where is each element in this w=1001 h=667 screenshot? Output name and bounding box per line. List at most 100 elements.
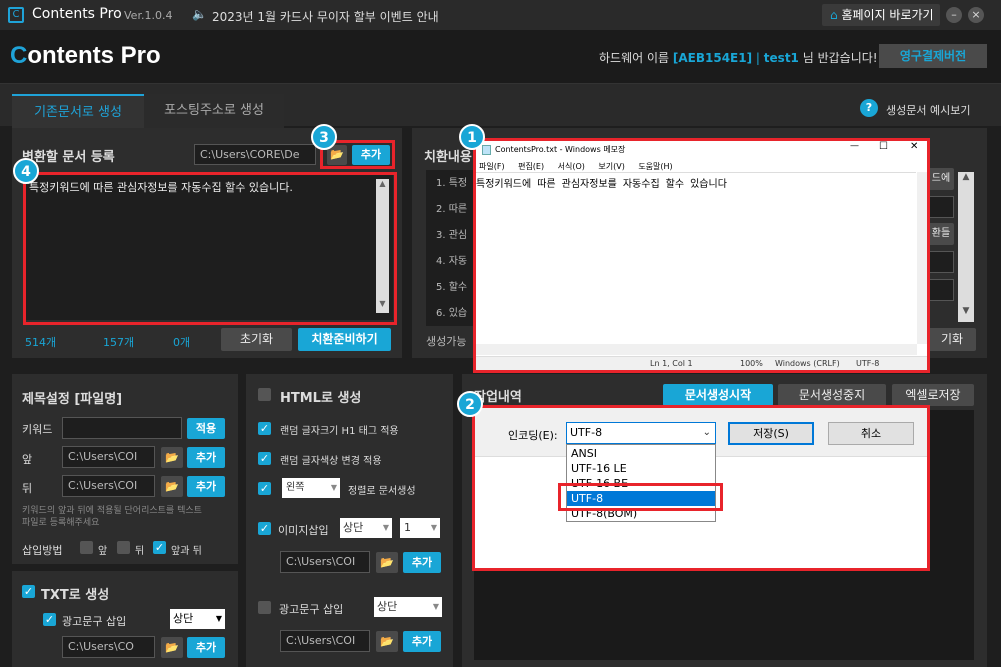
html-image-pos-select[interactable]: 상단 ▼ <box>340 518 392 538</box>
count-3: 0개 <box>173 336 191 349</box>
back-path-field[interactable]: C:\Users\COI <box>62 475 155 497</box>
insert-front-checkbox[interactable] <box>80 541 93 554</box>
replace-btn-1[interactable]: 드에 <box>928 168 954 190</box>
highlight-4 <box>23 172 397 325</box>
keyword-label: 키워드 <box>22 423 53 436</box>
chevron-down-icon: ▼ <box>382 523 389 532</box>
badge-2: 2 <box>457 391 483 417</box>
front-folder-button[interactable]: 📂 <box>161 447 183 468</box>
replace-field-1[interactable] <box>928 196 954 218</box>
html-ad-checkbox[interactable] <box>258 601 271 614</box>
replace-title: 치환내용 <box>424 150 472 165</box>
insert-front-label: 앞 <box>98 546 108 557</box>
notice-link[interactable]: 2023년 1월 카드사 무이자 할부 이벤트 안내 <box>212 8 439 25</box>
txt-ad-checkbox[interactable] <box>43 613 56 626</box>
highlight-1 <box>473 138 930 373</box>
html-align-label: 정렬로 문서생성 <box>348 486 416 497</box>
home-label: 홈페이지 바로가기 <box>841 8 934 22</box>
badge-4: 4 <box>13 158 39 184</box>
back-label: 뒤 <box>22 482 33 495</box>
tab-posting-url[interactable]: 포스팅주소로 생성 <box>144 94 284 128</box>
back-folder-button[interactable]: 📂 <box>161 476 183 497</box>
app-name: Contents Pro <box>32 6 122 22</box>
chevron-down-icon: ▼ <box>330 483 337 492</box>
insert-back-checkbox[interactable] <box>117 541 130 554</box>
app-icon: C <box>8 7 24 23</box>
html-image-label: 이미지삽입 <box>278 524 329 537</box>
start-button[interactable]: 문서생성시작 <box>663 384 773 406</box>
replace-scrollbar[interactable]: ▲ ▼ <box>958 172 974 322</box>
replace-field-3[interactable] <box>928 279 954 301</box>
html-ad-pos-select[interactable]: 상단 ▼ <box>374 597 442 617</box>
html-opt2-label: 랜덤 글자색상 변경 적용 <box>280 456 382 467</box>
keyword-field[interactable] <box>62 417 182 439</box>
help-link[interactable]: 생성문서 예시보기 <box>886 102 970 118</box>
folder-icon: 📂 <box>165 451 179 464</box>
html-opt1-checkbox[interactable] <box>258 422 271 435</box>
title-hint: 키워드의 앞과 뒤에 적용될 단어리스트를 텍스트 파일로 등록해주세요 <box>22 506 202 528</box>
insert-method-label: 삽입방법 <box>22 544 63 557</box>
logo: Contents Pro <box>10 42 161 69</box>
html-ad-folder-button[interactable]: 📂 <box>376 631 398 652</box>
txt-checkbox[interactable] <box>22 585 35 598</box>
excel-button[interactable]: 엑셀로저장 <box>892 384 974 406</box>
txt-add-button[interactable]: 추가 <box>187 637 225 658</box>
replace-list: 1. 특정 2. 따른 3. 관심 4. 자동 5. 할수 6. 있습 <box>426 170 476 326</box>
html-ad-add-button[interactable]: 추가 <box>403 631 441 652</box>
html-title: HTML로 생성 <box>280 391 362 406</box>
html-align-checkbox[interactable] <box>258 482 271 495</box>
txt-title: TXT로 생성 <box>41 588 110 603</box>
html-checkbox[interactable] <box>258 388 271 401</box>
insert-both-checkbox[interactable] <box>153 541 166 554</box>
replace-btn-3[interactable]: 기화 <box>928 328 976 351</box>
txt-ad-label: 광고문구 삽입 <box>62 615 127 628</box>
html-opt2-checkbox[interactable] <box>258 452 271 465</box>
html-align-select[interactable]: 왼쪽 ▼ <box>282 478 340 498</box>
home-button[interactable]: ⌂ 홈페이지 바로가기 <box>822 4 940 26</box>
folder-icon: 📂 <box>380 635 394 648</box>
back-add-button[interactable]: 추가 <box>187 476 225 497</box>
front-label: 앞 <box>22 453 33 466</box>
license-button[interactable]: 영구결제버전 <box>879 44 987 68</box>
stop-button[interactable]: 문서생성중지 <box>778 384 886 406</box>
html-ad-path-field[interactable]: C:\Users\COI <box>280 630 370 652</box>
count-1: 514개 <box>25 336 57 349</box>
reset-button[interactable]: 초기화 <box>221 328 292 351</box>
folder-icon: 📂 <box>165 480 179 493</box>
txt-path-field[interactable]: C:\Users\CO <box>62 636 155 658</box>
html-opt1-label: 랜덤 글자크기 H1 태그 적용 <box>280 426 399 437</box>
txt-position-select[interactable]: 상단 ▼ <box>170 609 225 629</box>
badge-1: 1 <box>459 124 485 150</box>
badge-3: 3 <box>311 124 337 150</box>
front-add-button[interactable]: 추가 <box>187 447 225 468</box>
html-image-checkbox[interactable] <box>258 522 271 535</box>
prepare-button[interactable]: 치환준비하기 <box>298 328 391 351</box>
replace-possible: 생성가능 <box>426 335 467 348</box>
title-settings-heading: 제목설정 [파일명] <box>22 392 123 407</box>
highlight-2 <box>472 405 930 571</box>
register-path-field[interactable]: C:\Users\CORE\De <box>194 144 316 165</box>
app-version: Ver.1.0.4 <box>124 9 173 22</box>
html-image-path-field[interactable]: C:\Users\COI <box>280 551 370 573</box>
replace-field-2[interactable] <box>928 251 954 273</box>
html-image-folder-button[interactable]: 📂 <box>376 552 398 573</box>
help-icon[interactable]: ? <box>860 99 878 117</box>
html-image-count-select[interactable]: 1 ▼ <box>400 518 440 538</box>
html-image-add-button[interactable]: 추가 <box>403 552 441 573</box>
home-icon: ⌂ <box>830 8 838 22</box>
insert-both-label: 앞과 뒤 <box>171 546 202 557</box>
speaker-icon: 🔈 <box>192 7 207 21</box>
html-ad-label: 광고문구 삽입 <box>279 603 344 616</box>
close-button[interactable]: × <box>968 7 984 23</box>
minimize-button[interactable]: – <box>946 7 962 23</box>
front-path-field[interactable]: C:\Users\COI <box>62 446 155 468</box>
insert-back-label: 뒤 <box>135 546 145 557</box>
count-2: 157개 <box>103 336 135 349</box>
keyword-apply-button[interactable]: 적용 <box>187 418 225 439</box>
tab-existing-doc[interactable]: 기존문서로 생성 <box>12 94 144 128</box>
chevron-down-icon: ▼ <box>215 614 222 623</box>
folder-icon: 📂 <box>380 556 394 569</box>
chevron-down-icon: ▼ <box>432 602 439 611</box>
replace-btn-2[interactable]: 환들 <box>928 223 954 245</box>
txt-folder-button[interactable]: 📂 <box>161 637 183 658</box>
